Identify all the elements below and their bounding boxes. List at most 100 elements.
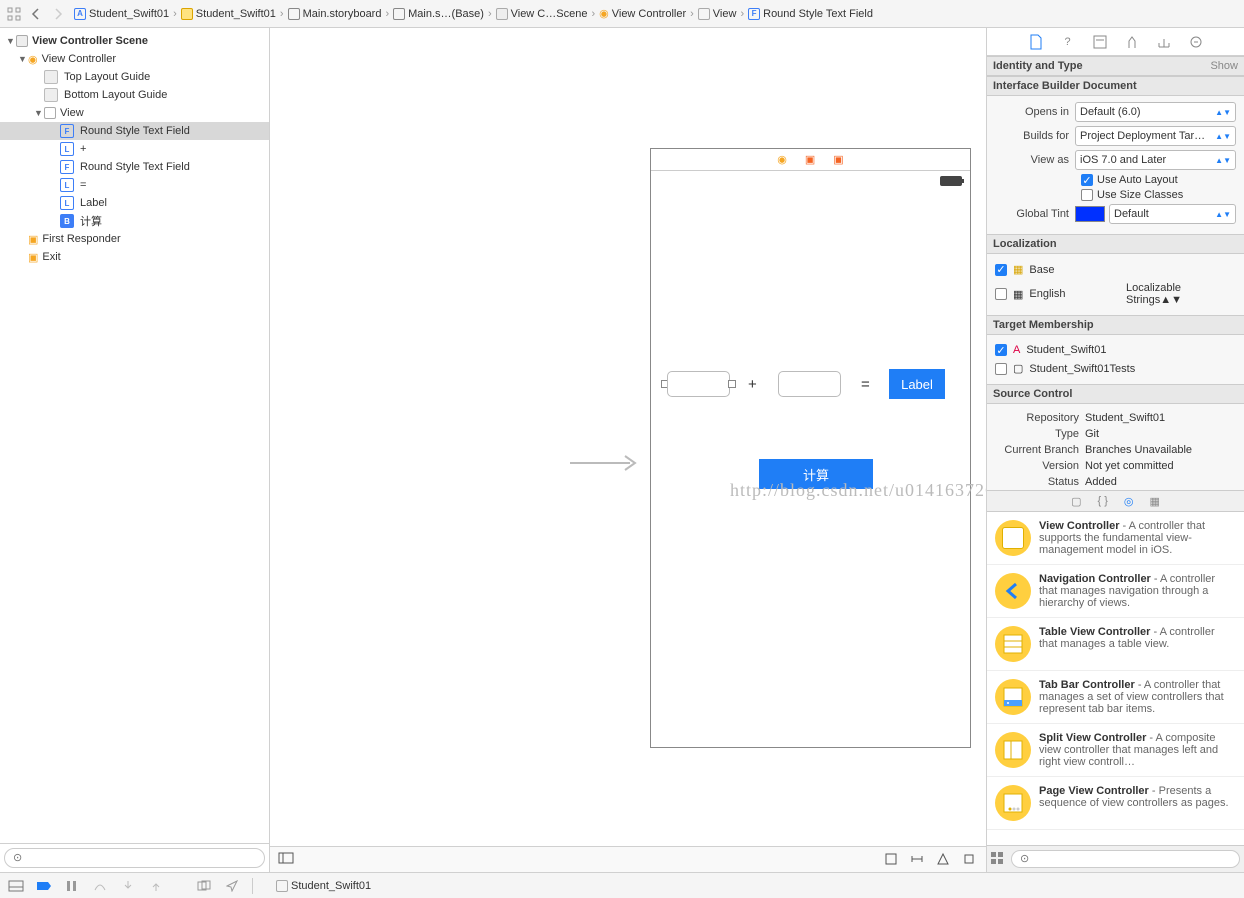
battery-icon: [940, 176, 962, 186]
source-control-header: Source Control: [987, 384, 1244, 404]
exit-dock-icon[interactable]: ▣: [833, 153, 843, 166]
exit-row[interactable]: ▣Exit: [0, 248, 269, 266]
segue-arrow-icon: [570, 448, 640, 478]
outline-item[interactable]: FRound Style Text Field: [0, 158, 269, 176]
crumb-folder[interactable]: Student_Swift01: [181, 8, 276, 20]
outline-toggle-icon[interactable]: [278, 852, 294, 868]
auto-layout-checkbox[interactable]: ✓: [1081, 174, 1093, 186]
file-inspector-tab[interactable]: [1027, 33, 1045, 51]
tint-color-well[interactable]: [1075, 206, 1105, 222]
breakpoints-icon[interactable]: [36, 878, 52, 894]
crumb-scene[interactable]: View C…Scene: [496, 8, 588, 20]
view-controller-canvas[interactable]: ◉ ▣ ▣ + = Label 计算: [650, 148, 971, 748]
crumb-textfield[interactable]: FRound Style Text Field: [748, 8, 873, 20]
size-classes-checkbox[interactable]: [1081, 189, 1093, 201]
localization-header: Localization: [987, 234, 1244, 254]
library-item[interactable]: View Controller - A controller that supp…: [987, 512, 1244, 565]
loc-type-select[interactable]: Localizable Strings▲▼: [1126, 282, 1236, 306]
crumb-base[interactable]: Main.s…(Base): [393, 8, 484, 20]
library-filter-bar: [987, 845, 1244, 872]
size-inspector-tab[interactable]: [1155, 33, 1173, 51]
library-item[interactable]: Split View Controller - A composite view…: [987, 724, 1244, 777]
identity-inspector-tab[interactable]: [1091, 33, 1109, 51]
outline-item[interactable]: FRound Style Text Field: [0, 122, 269, 140]
related-items-icon[interactable]: [6, 6, 22, 22]
status-bar: [651, 171, 970, 191]
step-out-icon[interactable]: [148, 878, 164, 894]
view-row[interactable]: ▼View: [0, 104, 269, 122]
target-header: Target Membership: [987, 315, 1244, 335]
view-as-select[interactable]: iOS 7.0 and Later▲▼: [1075, 150, 1236, 170]
crumb-vc[interactable]: ◉View Controller: [599, 7, 686, 20]
builds-for-select[interactable]: Project Deployment Tar…▲▼: [1075, 126, 1236, 146]
crumb-project[interactable]: AStudent_Swift01: [74, 8, 169, 20]
outline-item[interactable]: LLabel: [0, 194, 269, 212]
library-item[interactable]: Navigation Controller - A controller tha…: [987, 565, 1244, 618]
library-filter-input[interactable]: [1011, 850, 1240, 868]
document-outline: ▼View Controller Scene ▼◉View Controller…: [0, 28, 270, 872]
resizing-icon[interactable]: [962, 852, 978, 868]
top-guide-row[interactable]: Top Layout Guide: [0, 68, 269, 86]
vc-dock-icon[interactable]: ◉: [777, 153, 787, 166]
code-snippet-tab[interactable]: { }: [1097, 495, 1107, 507]
align-icon[interactable]: [884, 852, 900, 868]
attributes-inspector-tab[interactable]: [1123, 33, 1141, 51]
outline-item[interactable]: L+: [0, 140, 269, 158]
grid-view-icon[interactable]: [991, 852, 1005, 866]
view-debug-icon[interactable]: [196, 878, 212, 894]
tabbar-icon: [995, 679, 1031, 715]
library-item[interactable]: Table View Controller - A controller tha…: [987, 618, 1244, 671]
media-library-tab[interactable]: ▦: [1150, 495, 1160, 508]
calculate-button[interactable]: 计算: [759, 459, 873, 489]
scene-dock[interactable]: ◉ ▣ ▣: [651, 149, 970, 171]
show-link[interactable]: Show: [1210, 60, 1238, 72]
opens-in-select[interactable]: Default (6.0)▲▼: [1075, 102, 1236, 122]
nav-icon: [995, 573, 1031, 609]
back-icon[interactable]: [28, 6, 44, 22]
resolve-icon[interactable]: [936, 852, 952, 868]
hide-debug-icon[interactable]: [8, 878, 24, 894]
global-tint-select[interactable]: Default▲▼: [1109, 204, 1236, 224]
crumb-storyboard[interactable]: Main.storyboard: [288, 8, 382, 20]
pin-icon[interactable]: [910, 852, 926, 868]
outline-item[interactable]: L=: [0, 176, 269, 194]
text-field-2[interactable]: [778, 371, 841, 397]
library-item[interactable]: Tab Bar Controller - A controller that m…: [987, 671, 1244, 724]
result-label[interactable]: Label: [889, 369, 945, 399]
vc-icon: [995, 520, 1031, 556]
step-over-icon[interactable]: [92, 878, 108, 894]
outline-filter-input[interactable]: [4, 848, 265, 868]
location-icon[interactable]: [224, 878, 240, 894]
file-template-tab[interactable]: ▢: [1071, 495, 1081, 508]
canvas-toolbar: [270, 846, 986, 872]
selection-handle[interactable]: [728, 380, 736, 388]
canvas[interactable]: ◉ ▣ ▣ + = Label 计算 http://b: [270, 28, 986, 872]
outline-item[interactable]: B计算: [0, 212, 269, 230]
forward-icon[interactable]: [50, 6, 66, 22]
target1-checkbox[interactable]: ✓: [995, 344, 1007, 356]
help-inspector-tab[interactable]: ?: [1059, 33, 1077, 51]
vc-row[interactable]: ▼◉View Controller: [0, 50, 269, 68]
english-checkbox[interactable]: [995, 288, 1007, 300]
step-in-icon[interactable]: [120, 878, 136, 894]
text-field-1[interactable]: [667, 371, 730, 397]
library-item[interactable]: Page View Controller - Presents a sequen…: [987, 777, 1244, 830]
base-checkbox[interactable]: ✓: [995, 264, 1007, 276]
first-responder-dock-icon[interactable]: ▣: [805, 153, 815, 166]
identity-section-header: Identity and Type Show: [987, 56, 1244, 76]
object-library-tab[interactable]: ◎: [1124, 495, 1134, 508]
page-icon: [995, 785, 1031, 821]
ibdoc-section-header: Interface Builder Document: [987, 76, 1244, 96]
bottom-guide-row[interactable]: Bottom Layout Guide: [0, 86, 269, 104]
first-responder-row[interactable]: ▣First Responder: [0, 230, 269, 248]
connections-inspector-tab[interactable]: [1187, 33, 1205, 51]
object-library[interactable]: View Controller - A controller that supp…: [987, 512, 1244, 845]
debug-target[interactable]: Student_Swift01: [276, 880, 371, 892]
debug-bar: Student_Swift01: [0, 872, 1244, 898]
table-icon: [995, 626, 1031, 662]
path-bar: AStudent_Swift01 Student_Swift01 Main.st…: [0, 0, 1244, 28]
crumb-view[interactable]: View: [698, 8, 737, 20]
target2-checkbox[interactable]: [995, 363, 1007, 375]
scene-row[interactable]: ▼View Controller Scene: [0, 32, 269, 50]
continue-icon[interactable]: [64, 878, 80, 894]
